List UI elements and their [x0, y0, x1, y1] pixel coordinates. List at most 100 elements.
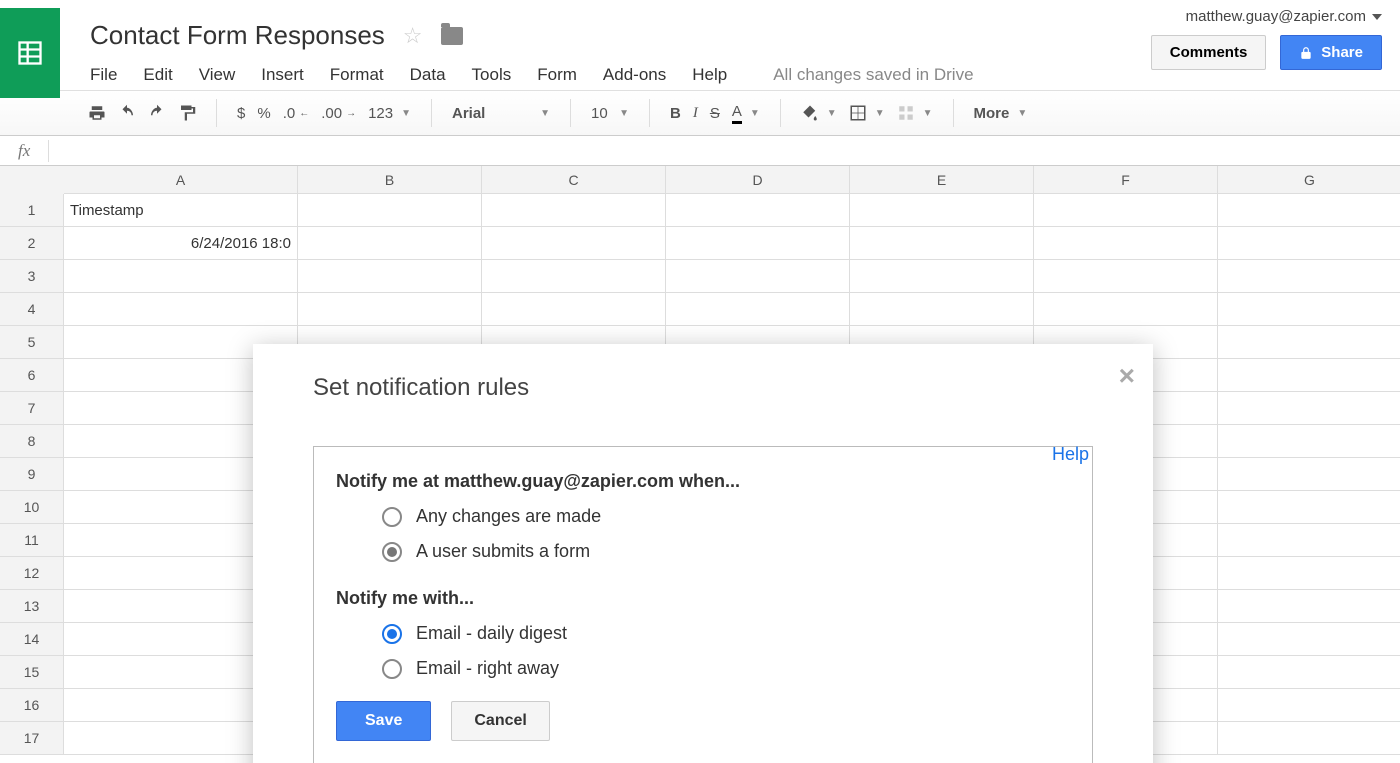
- star-icon[interactable]: ☆: [403, 23, 423, 49]
- row-header-11[interactable]: 11: [0, 524, 64, 557]
- cell-C2[interactable]: [482, 227, 666, 260]
- menu-format[interactable]: Format: [330, 65, 384, 85]
- font-family-select[interactable]: Arial▼: [446, 101, 556, 126]
- cell-E3[interactable]: [850, 260, 1034, 293]
- menu-addons[interactable]: Add-ons: [603, 65, 666, 85]
- cell-A1[interactable]: Timestamp: [64, 194, 298, 227]
- cell-E4[interactable]: [850, 293, 1034, 326]
- cell-G13[interactable]: [1218, 590, 1400, 623]
- redo-icon[interactable]: [142, 100, 172, 126]
- menu-edit[interactable]: Edit: [143, 65, 172, 85]
- comments-button[interactable]: Comments: [1151, 35, 1267, 70]
- menu-data[interactable]: Data: [410, 65, 446, 85]
- cell-D2[interactable]: [666, 227, 850, 260]
- formula-bar[interactable]: fx: [0, 136, 1400, 166]
- row-header-1[interactable]: 1: [0, 194, 64, 227]
- cell-C3[interactable]: [482, 260, 666, 293]
- share-button[interactable]: Share: [1280, 35, 1382, 70]
- cell-C1[interactable]: [482, 194, 666, 227]
- row-header-6[interactable]: 6: [0, 359, 64, 392]
- cell-G17[interactable]: [1218, 722, 1400, 755]
- cell-G8[interactable]: [1218, 425, 1400, 458]
- cell-G14[interactable]: [1218, 623, 1400, 656]
- cell-G10[interactable]: [1218, 491, 1400, 524]
- more-button[interactable]: More▼: [968, 101, 1034, 126]
- cell-F2[interactable]: [1034, 227, 1218, 260]
- row-header-2[interactable]: 2: [0, 227, 64, 260]
- print-icon[interactable]: [82, 100, 112, 126]
- row-header-4[interactable]: 4: [0, 293, 64, 326]
- cell-G7[interactable]: [1218, 392, 1400, 425]
- cell-G1[interactable]: [1218, 194, 1400, 227]
- currency-button[interactable]: $: [231, 101, 251, 126]
- col-header-F[interactable]: F: [1034, 166, 1218, 194]
- paint-format-icon[interactable]: [172, 100, 202, 126]
- cell-C4[interactable]: [482, 293, 666, 326]
- account-menu[interactable]: matthew.guay@zapier.com: [1151, 8, 1382, 25]
- menu-insert[interactable]: Insert: [261, 65, 304, 85]
- col-header-G[interactable]: G: [1218, 166, 1400, 194]
- cell-D1[interactable]: [666, 194, 850, 227]
- borders-button[interactable]: ▼: [843, 100, 891, 126]
- col-header-C[interactable]: C: [482, 166, 666, 194]
- decrease-decimal-button[interactable]: .0←: [277, 101, 316, 126]
- row-header-15[interactable]: 15: [0, 656, 64, 689]
- cell-G5[interactable]: [1218, 326, 1400, 359]
- sheets-logo[interactable]: [0, 8, 60, 98]
- cancel-button[interactable]: Cancel: [451, 701, 549, 741]
- cell-G11[interactable]: [1218, 524, 1400, 557]
- text-color-button[interactable]: A▼: [726, 99, 766, 128]
- radio-any-changes[interactable]: Any changes are made: [382, 506, 1070, 527]
- cell-B1[interactable]: [298, 194, 482, 227]
- row-header-16[interactable]: 16: [0, 689, 64, 722]
- cell-A3[interactable]: [64, 260, 298, 293]
- cell-D4[interactable]: [666, 293, 850, 326]
- menu-tools[interactable]: Tools: [472, 65, 512, 85]
- menu-form[interactable]: Form: [537, 65, 577, 85]
- cell-D3[interactable]: [666, 260, 850, 293]
- fill-color-button[interactable]: ▼: [795, 100, 843, 126]
- cell-F4[interactable]: [1034, 293, 1218, 326]
- increase-decimal-button[interactable]: .00→: [315, 101, 362, 126]
- row-header-8[interactable]: 8: [0, 425, 64, 458]
- col-header-A[interactable]: A: [64, 166, 298, 194]
- menu-file[interactable]: File: [90, 65, 117, 85]
- number-format-button[interactable]: 123▼: [362, 101, 417, 126]
- col-header-D[interactable]: D: [666, 166, 850, 194]
- doc-title[interactable]: Contact Form Responses: [90, 20, 385, 51]
- font-size-select[interactable]: 10▼: [585, 101, 635, 126]
- row-header-10[interactable]: 10: [0, 491, 64, 524]
- row-header-9[interactable]: 9: [0, 458, 64, 491]
- cell-G15[interactable]: [1218, 656, 1400, 689]
- radio-form-submit[interactable]: A user submits a form: [382, 541, 1070, 562]
- cell-G9[interactable]: [1218, 458, 1400, 491]
- menu-view[interactable]: View: [199, 65, 236, 85]
- cell-G12[interactable]: [1218, 557, 1400, 590]
- cell-G16[interactable]: [1218, 689, 1400, 722]
- bold-button[interactable]: B: [664, 101, 687, 126]
- row-header-5[interactable]: 5: [0, 326, 64, 359]
- row-header-7[interactable]: 7: [0, 392, 64, 425]
- cell-G2[interactable]: [1218, 227, 1400, 260]
- cell-A2[interactable]: 6/24/2016 18:0: [64, 227, 298, 260]
- save-button[interactable]: Save: [336, 701, 431, 741]
- radio-daily-digest[interactable]: Email - daily digest: [382, 623, 1070, 644]
- row-header-13[interactable]: 13: [0, 590, 64, 623]
- select-all-corner[interactable]: [0, 166, 64, 194]
- menu-help[interactable]: Help: [692, 65, 727, 85]
- cell-F1[interactable]: [1034, 194, 1218, 227]
- strikethrough-button[interactable]: S: [704, 101, 726, 126]
- cell-B3[interactable]: [298, 260, 482, 293]
- col-header-E[interactable]: E: [850, 166, 1034, 194]
- cell-A4[interactable]: [64, 293, 298, 326]
- cell-F3[interactable]: [1034, 260, 1218, 293]
- row-header-3[interactable]: 3: [0, 260, 64, 293]
- radio-right-away[interactable]: Email - right away: [382, 658, 1070, 679]
- percent-button[interactable]: %: [251, 101, 276, 126]
- cell-E2[interactable]: [850, 227, 1034, 260]
- row-header-17[interactable]: 17: [0, 722, 64, 755]
- cell-B4[interactable]: [298, 293, 482, 326]
- undo-icon[interactable]: [112, 100, 142, 126]
- cell-G6[interactable]: [1218, 359, 1400, 392]
- cell-G3[interactable]: [1218, 260, 1400, 293]
